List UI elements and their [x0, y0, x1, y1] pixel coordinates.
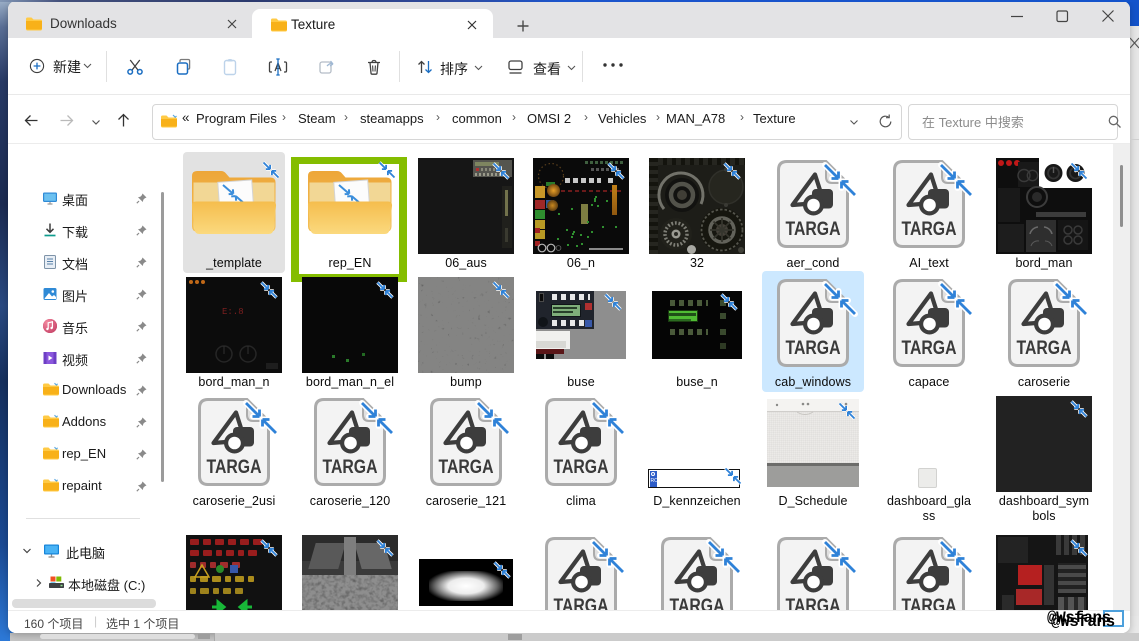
svg-text:TARGA: TARGA [554, 456, 609, 478]
svg-text:TARGA: TARGA [554, 595, 609, 610]
svg-text:TARGA: TARGA [902, 595, 957, 610]
svg-text:TARGA: TARGA [207, 456, 262, 478]
svg-text:TARGA: TARGA [323, 456, 378, 478]
svg-text:TARGA: TARGA [902, 218, 957, 240]
svg-text:TARGA: TARGA [1017, 337, 1072, 359]
svg-text:TARGA: TARGA [786, 595, 841, 610]
svg-text:TARGA: TARGA [670, 595, 725, 610]
svg-text:TARGA: TARGA [902, 337, 957, 359]
svg-text:TARGA: TARGA [439, 456, 494, 478]
svg-text:TARGA: TARGA [786, 218, 841, 240]
svg-text:TARGA: TARGA [786, 337, 841, 359]
